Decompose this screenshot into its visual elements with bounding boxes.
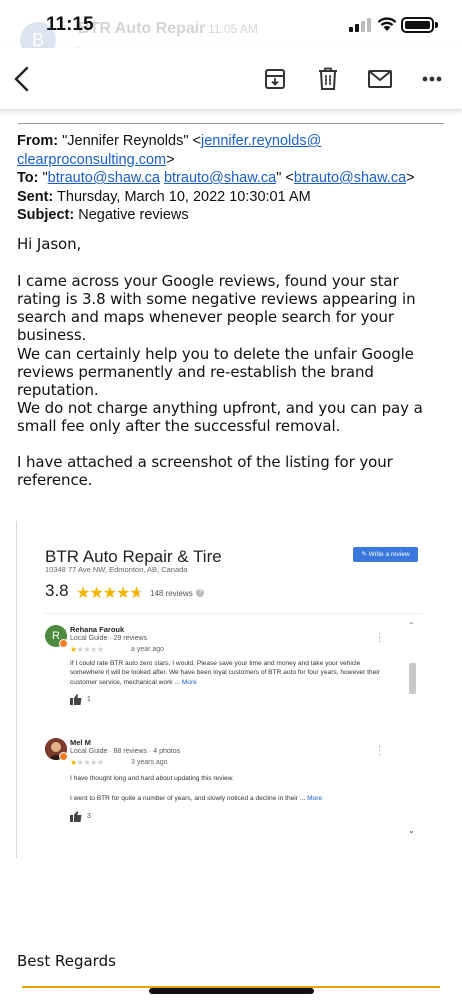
mail-icon[interactable] bbox=[368, 70, 392, 88]
listing-divider bbox=[45, 613, 422, 614]
body-paragraph-4: I have attached a screenshot of the list… bbox=[17, 453, 393, 489]
local-guide-badge-icon bbox=[59, 752, 68, 761]
to-line: To: "btrauto@shaw.ca btrauto@shaw.ca" <b… bbox=[17, 169, 447, 188]
like-count: 1 bbox=[87, 696, 91, 703]
reviewer-guide: Local Guide · 29 reviews bbox=[70, 635, 148, 642]
review-text-line-1: I have thought long and hard about updat… bbox=[70, 775, 234, 782]
business-address: 10348 77 Ave NW, Edmonton, AB, Canada bbox=[45, 565, 188, 574]
subject-label: Subject: bbox=[17, 207, 75, 223]
scrollbar-thumb[interactable] bbox=[409, 663, 416, 694]
review-text-line-2: I went to BTR for quite a number of year… bbox=[70, 794, 388, 803]
signoff: Best Regards bbox=[17, 952, 116, 970]
review-count[interactable]: 148 reviews bbox=[150, 589, 193, 598]
header-divider bbox=[18, 123, 444, 124]
like-count: 3 bbox=[87, 813, 91, 820]
business-name: BTR Auto Repair & Tire bbox=[45, 547, 222, 566]
body-paragraph-1: I came across your Google reviews, found… bbox=[17, 272, 416, 344]
ghost-sender-name: BTR Auto Repair bbox=[78, 20, 206, 37]
to-close: > bbox=[406, 170, 415, 186]
to-mid: " < bbox=[276, 170, 294, 186]
from-email-link-cont[interactable]: clearproconsulting.com bbox=[17, 152, 166, 168]
local-guide-badge-icon bbox=[59, 639, 68, 648]
body-paragraph-3: We do not charge anything upfront, and y… bbox=[17, 399, 423, 435]
to-email-link-3[interactable]: btrauto@shaw.ca bbox=[294, 170, 406, 186]
review-text-body: I went to BTR for quite a number of year… bbox=[70, 795, 306, 802]
review-time: 3 years ago bbox=[131, 759, 168, 766]
to-email-link[interactable]: btrauto@shaw.ca bbox=[48, 170, 160, 186]
scroll-up-icon[interactable]: ⌃ bbox=[408, 621, 415, 630]
body-paragraph-2: We can certainly help you to delete the … bbox=[17, 345, 414, 399]
ghost-time: 11:05 AM bbox=[208, 22, 258, 36]
review-menu-icon[interactable]: · · · bbox=[378, 629, 381, 646]
trash-icon[interactable] bbox=[318, 67, 338, 91]
to-label: To: bbox=[17, 170, 39, 186]
review-item: R Rehana Farouk Local Guide · 29 reviews… bbox=[45, 625, 397, 715]
info-icon[interactable]: ? bbox=[196, 589, 204, 597]
more-link[interactable]: More bbox=[182, 679, 197, 686]
subject-line: Subject: Negative reviews bbox=[17, 206, 447, 225]
greeting: Hi Jason, bbox=[17, 235, 82, 253]
reviewer-guide: Local Guide · 88 reviews · 4 photos bbox=[70, 748, 181, 755]
attached-screenshot: BTR Auto Repair & Tire 10348 77 Ave NW, … bbox=[16, 521, 440, 858]
review-text: If I could rate BTR auto zero stars, I w… bbox=[70, 659, 388, 687]
review-stars: ★★★★★ bbox=[70, 645, 104, 654]
subject-value: Negative reviews bbox=[78, 207, 189, 223]
review-menu-icon[interactable]: · · · bbox=[378, 742, 381, 759]
review-item: Mel M Local Guide · 88 reviews · 4 photo… bbox=[45, 738, 397, 828]
email-toolbar bbox=[0, 48, 462, 110]
thumbs-up-icon[interactable] bbox=[70, 694, 82, 705]
rating-value: 3.8 bbox=[45, 581, 69, 600]
review-stars: ★★★★★ bbox=[70, 758, 104, 767]
write-review-label: Write a review bbox=[368, 551, 410, 558]
review-text-body: If I could rate BTR auto zero stars, I w… bbox=[70, 660, 380, 686]
forwarded-header: From: "Jennifer Reynolds" <jennifer.reyn… bbox=[17, 132, 447, 225]
more-link[interactable]: More bbox=[307, 795, 322, 802]
more-horizontal-icon[interactable] bbox=[422, 76, 442, 82]
rating-stars: ★★★★★ ★ bbox=[76, 585, 144, 602]
from-line: From: "Jennifer Reynolds" <jennifer.reyn… bbox=[17, 132, 447, 151]
sent-label: Sent: bbox=[17, 188, 54, 205]
scroll-down-icon[interactable]: ⌄ bbox=[408, 826, 415, 835]
from-label: From: bbox=[17, 133, 59, 149]
to-email-link-2[interactable]: btrauto@shaw.ca bbox=[164, 170, 276, 186]
chevron-left-icon[interactable] bbox=[12, 66, 32, 92]
sent-value: Thursday, March 10, 2022 10:30:01 AM bbox=[57, 188, 311, 205]
from-email-link[interactable]: jennifer.reynolds@ bbox=[201, 133, 321, 149]
from-name: "Jennifer Reynolds" < bbox=[62, 133, 201, 149]
reviewer-name[interactable]: Rehana Farouk bbox=[70, 625, 124, 634]
write-review-button[interactable]: ✎ Write a review bbox=[353, 547, 418, 562]
sent-line: Sent: Thursday, March 10, 2022 10:30:01 … bbox=[17, 188, 447, 207]
archive-icon[interactable] bbox=[264, 68, 286, 90]
reviewer-name[interactable]: Mel M bbox=[70, 738, 91, 747]
reviews-scrollbar[interactable]: ⌃ ⌄ bbox=[407, 621, 417, 835]
pencil-icon: ✎ bbox=[361, 551, 367, 558]
from-close: > bbox=[166, 151, 175, 168]
home-indicator[interactable] bbox=[149, 988, 314, 994]
thumbs-up-icon[interactable] bbox=[70, 811, 82, 822]
review-time: a year ago bbox=[131, 646, 165, 653]
